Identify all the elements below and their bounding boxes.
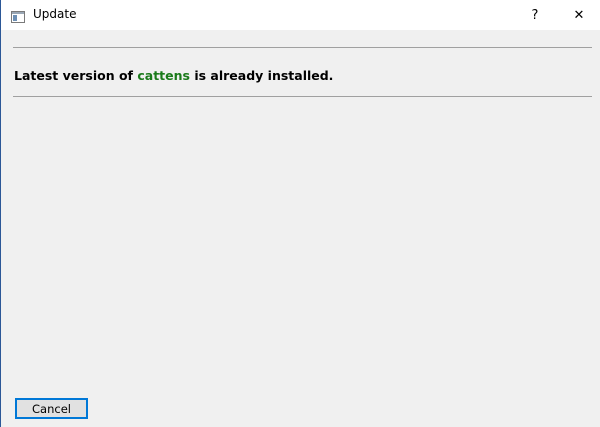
message-suffix: is already installed.: [189, 68, 334, 83]
package-name: cattens: [137, 68, 190, 83]
close-button[interactable]: ✕: [557, 0, 600, 30]
top-divider: [13, 47, 592, 48]
update-dialog: Update ? ✕ Latest version of cattens is …: [0, 0, 600, 427]
title-bar[interactable]: Update ? ✕: [1, 0, 600, 30]
window-title: Update: [33, 7, 77, 21]
app-window-icon: [11, 8, 25, 23]
close-icon: ✕: [573, 7, 585, 23]
bottom-divider: [13, 96, 592, 97]
status-message: Latest version of cattens is already ins…: [14, 68, 333, 83]
help-icon: ?: [531, 7, 539, 23]
message-prefix: Latest version of: [14, 68, 138, 83]
cancel-button[interactable]: Cancel: [15, 398, 88, 419]
help-button[interactable]: ?: [513, 0, 557, 30]
